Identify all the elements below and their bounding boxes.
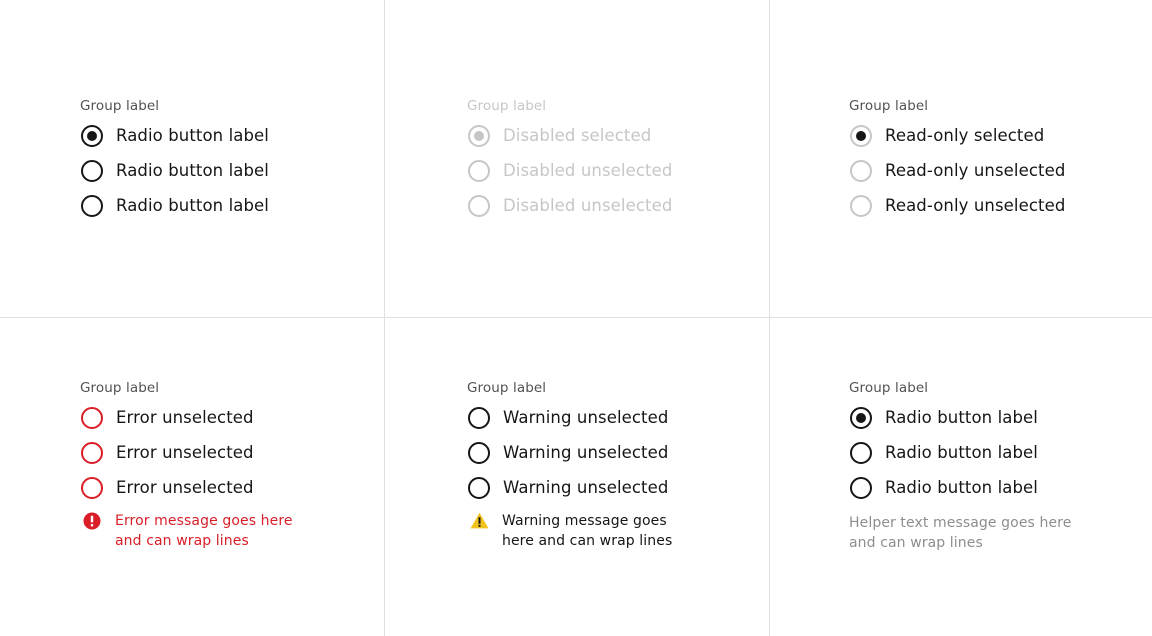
radio-option[interactable]: Radio button label: [80, 118, 269, 153]
group-label: Group label: [467, 380, 547, 396]
warning-message-text: Warning message goes here and can wrap l…: [502, 513, 673, 549]
radio-option[interactable]: Error unselected: [80, 400, 315, 435]
radio-group-helper-text: Group label Radio button label Radio but…: [849, 378, 1079, 553]
radio-unselected-icon[interactable]: [468, 476, 490, 499]
radio-unselected-icon[interactable]: [81, 159, 103, 182]
radio-label: Warning unselected: [503, 478, 669, 497]
radio-group-warning: Group label Warning unselected Warning u…: [467, 378, 702, 551]
radio-option[interactable]: Warning unselected: [467, 470, 702, 505]
radio-group-default: Group label Radio button label Radio but…: [80, 96, 269, 223]
radio-option-disabled: Disabled unselected: [467, 188, 672, 223]
group-label: Group label: [80, 98, 160, 114]
radio-label: Disabled unselected: [503, 196, 673, 215]
error-filled-icon: [81, 511, 103, 532]
radio-option-read-only: Read-only unselected: [849, 188, 1065, 223]
radio-label: Error unselected: [116, 478, 254, 497]
radio-unselected-icon: [468, 159, 490, 182]
radio-unselected-icon[interactable]: [81, 476, 103, 499]
radio-selected-icon[interactable]: [850, 406, 872, 429]
radio-unselected-icon[interactable]: [468, 441, 490, 464]
group-label: Group label: [849, 380, 929, 396]
group-label: Group label: [849, 98, 929, 114]
warning-message: Warning message goes here and can wrap l…: [467, 511, 702, 551]
radio-label: Warning unselected: [503, 443, 669, 462]
radio-label: Radio button label: [116, 126, 269, 145]
radio-option[interactable]: Error unselected: [80, 435, 315, 470]
warning-triangle-icon: [468, 511, 490, 532]
radio-option[interactable]: Radio button label: [849, 470, 1079, 505]
radio-group-read-only: Group label Read-only selected Read-only…: [849, 96, 1065, 223]
radio-option[interactable]: Radio button label: [80, 153, 269, 188]
radio-unselected-icon: [850, 159, 872, 182]
group-label: Group label: [80, 380, 160, 396]
radio-label: Disabled unselected: [503, 161, 673, 180]
radio-unselected-icon[interactable]: [850, 441, 872, 464]
radio-unselected-icon[interactable]: [81, 194, 103, 217]
radio-selected-icon: [468, 124, 490, 147]
radio-option-disabled: Disabled unselected: [467, 153, 672, 188]
radio-option[interactable]: Warning unselected: [467, 435, 702, 470]
radio-option-disabled: Disabled selected: [467, 118, 672, 153]
radio-unselected-icon: [468, 194, 490, 217]
error-message-text: Error message goes here and can wrap lin…: [115, 513, 293, 549]
radio-label: Disabled selected: [503, 126, 652, 145]
radio-unselected-icon[interactable]: [468, 406, 490, 429]
radio-label: Radio button label: [885, 478, 1038, 497]
column-divider-1: [384, 0, 385, 636]
radio-label: Read-only selected: [885, 126, 1045, 145]
row-divider: [0, 317, 1152, 318]
radio-label: Radio button label: [885, 443, 1038, 462]
radio-option[interactable]: Warning unselected: [467, 400, 702, 435]
radio-option[interactable]: Radio button label: [80, 188, 269, 223]
radio-unselected-icon: [850, 194, 872, 217]
radio-label: Read-only unselected: [885, 161, 1066, 180]
radio-label: Radio button label: [116, 196, 269, 215]
radio-label: Read-only unselected: [885, 196, 1066, 215]
radio-selected-icon: [850, 124, 872, 147]
radio-label: Warning unselected: [503, 408, 669, 427]
radio-option[interactable]: Radio button label: [849, 400, 1079, 435]
radio-unselected-icon[interactable]: [81, 441, 103, 464]
radio-group-error: Group label Error unselected Error unsel…: [80, 378, 315, 551]
column-divider-2: [769, 0, 770, 636]
radio-selected-icon[interactable]: [81, 124, 103, 147]
radio-label: Radio button label: [885, 408, 1038, 427]
radio-label: Error unselected: [116, 408, 254, 427]
radio-option-read-only: Read-only unselected: [849, 153, 1065, 188]
radio-group-disabled: Group label Disabled selected Disabled u…: [467, 96, 672, 223]
helper-text: Helper text message goes here and can wr…: [849, 515, 1072, 551]
radio-unselected-icon[interactable]: [850, 476, 872, 499]
radio-label: Radio button label: [116, 161, 269, 180]
radio-unselected-icon[interactable]: [81, 406, 103, 429]
radio-option[interactable]: Error unselected: [80, 470, 315, 505]
radio-option-read-only: Read-only selected: [849, 118, 1065, 153]
error-message: Error message goes here and can wrap lin…: [80, 511, 315, 551]
group-label: Group label: [467, 98, 547, 114]
radio-label: Error unselected: [116, 443, 254, 462]
radio-option[interactable]: Radio button label: [849, 435, 1079, 470]
